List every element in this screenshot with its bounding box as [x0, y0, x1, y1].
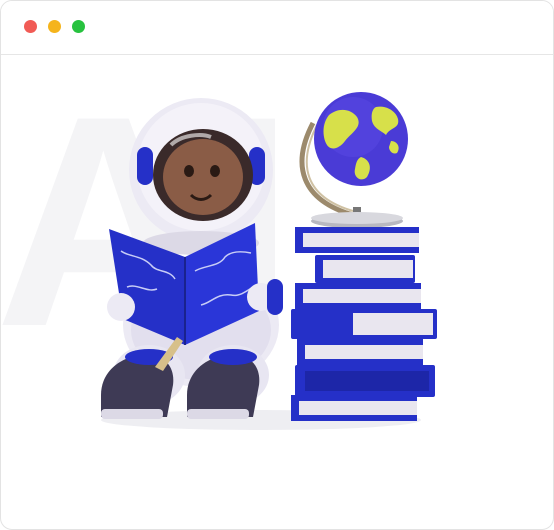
book-stack-icon — [291, 227, 437, 421]
content-area: AI — [1, 55, 553, 529]
browser-window: AI — [0, 0, 554, 530]
globe-icon — [299, 92, 408, 228]
window-titlebar — [1, 1, 553, 55]
close-window-button[interactable] — [24, 20, 37, 33]
astronaut-reading-book-icon — [101, 98, 283, 419]
minimize-window-button[interactable] — [48, 20, 61, 33]
maximize-window-button[interactable] — [72, 20, 85, 33]
astronaut-reading-illustration — [101, 92, 437, 430]
